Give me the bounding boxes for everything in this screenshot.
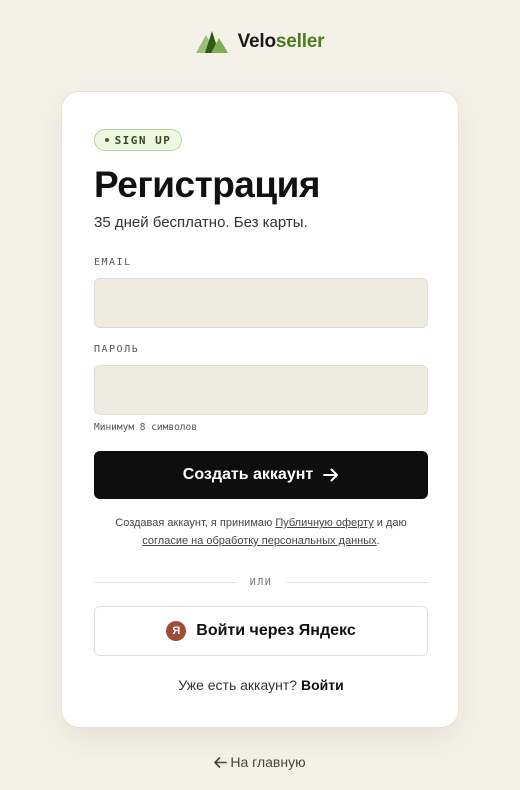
divider-line-right	[286, 581, 428, 583]
email-field[interactable]	[94, 278, 428, 328]
yandex-login-button[interactable]: Я Войти через Яндекс	[94, 606, 428, 656]
login-question: Уже есть аккаунт?	[178, 677, 298, 693]
data-consent-link[interactable]: согласие на обработку персональных данны…	[142, 535, 376, 547]
badge-dot-icon	[104, 138, 109, 142]
yandex-icon: Я	[166, 621, 187, 641]
legal-prefix: Создавая аккаунт, я принимаю	[115, 517, 276, 529]
login-prompt: Уже есть аккаунт? Войти	[94, 677, 428, 693]
email-label: EMAIL	[94, 257, 132, 268]
divider-line-left	[94, 581, 236, 583]
page-title: Регистрация	[94, 164, 320, 205]
password-hint: Минимум 8 символов	[94, 422, 197, 433]
legal-middle: и даю	[373, 517, 407, 529]
home-link[interactable]: На главную	[0, 754, 520, 770]
create-account-label: Создать аккаунт	[182, 466, 314, 483]
legal-text: Создавая аккаунт, я принимаю Публичную о…	[94, 514, 428, 550]
page-subtitle: 35 дней бесплатно. Без карты.	[94, 214, 308, 231]
yandex-login-label: Войти через Яндекс	[196, 622, 356, 639]
legal-suffix: .	[376, 535, 380, 547]
password-label: ПАРОЛЬ	[94, 344, 140, 355]
mountain-logo-icon	[195, 31, 228, 53]
login-link[interactable]: Войти	[301, 677, 344, 693]
arrow-right-icon	[323, 468, 339, 482]
or-divider: ИЛИ	[94, 574, 428, 590]
signup-card: SIGN UP Регистрация 35 дней бесплатно. Б…	[61, 91, 459, 728]
brand-name: Veloseller	[237, 31, 325, 52]
home-link-label: На главную	[230, 754, 306, 770]
badge-label: SIGN UP	[114, 133, 172, 147]
divider-label: ИЛИ	[249, 576, 273, 588]
signup-badge: SIGN UP	[94, 129, 182, 151]
password-field[interactable]	[94, 365, 428, 415]
arrow-left-icon	[214, 757, 228, 768]
create-account-button[interactable]: Создать аккаунт	[94, 451, 428, 499]
brand-logo[interactable]: Veloseller	[0, 30, 520, 54]
public-offer-link[interactable]: Публичную оферту	[275, 517, 373, 529]
